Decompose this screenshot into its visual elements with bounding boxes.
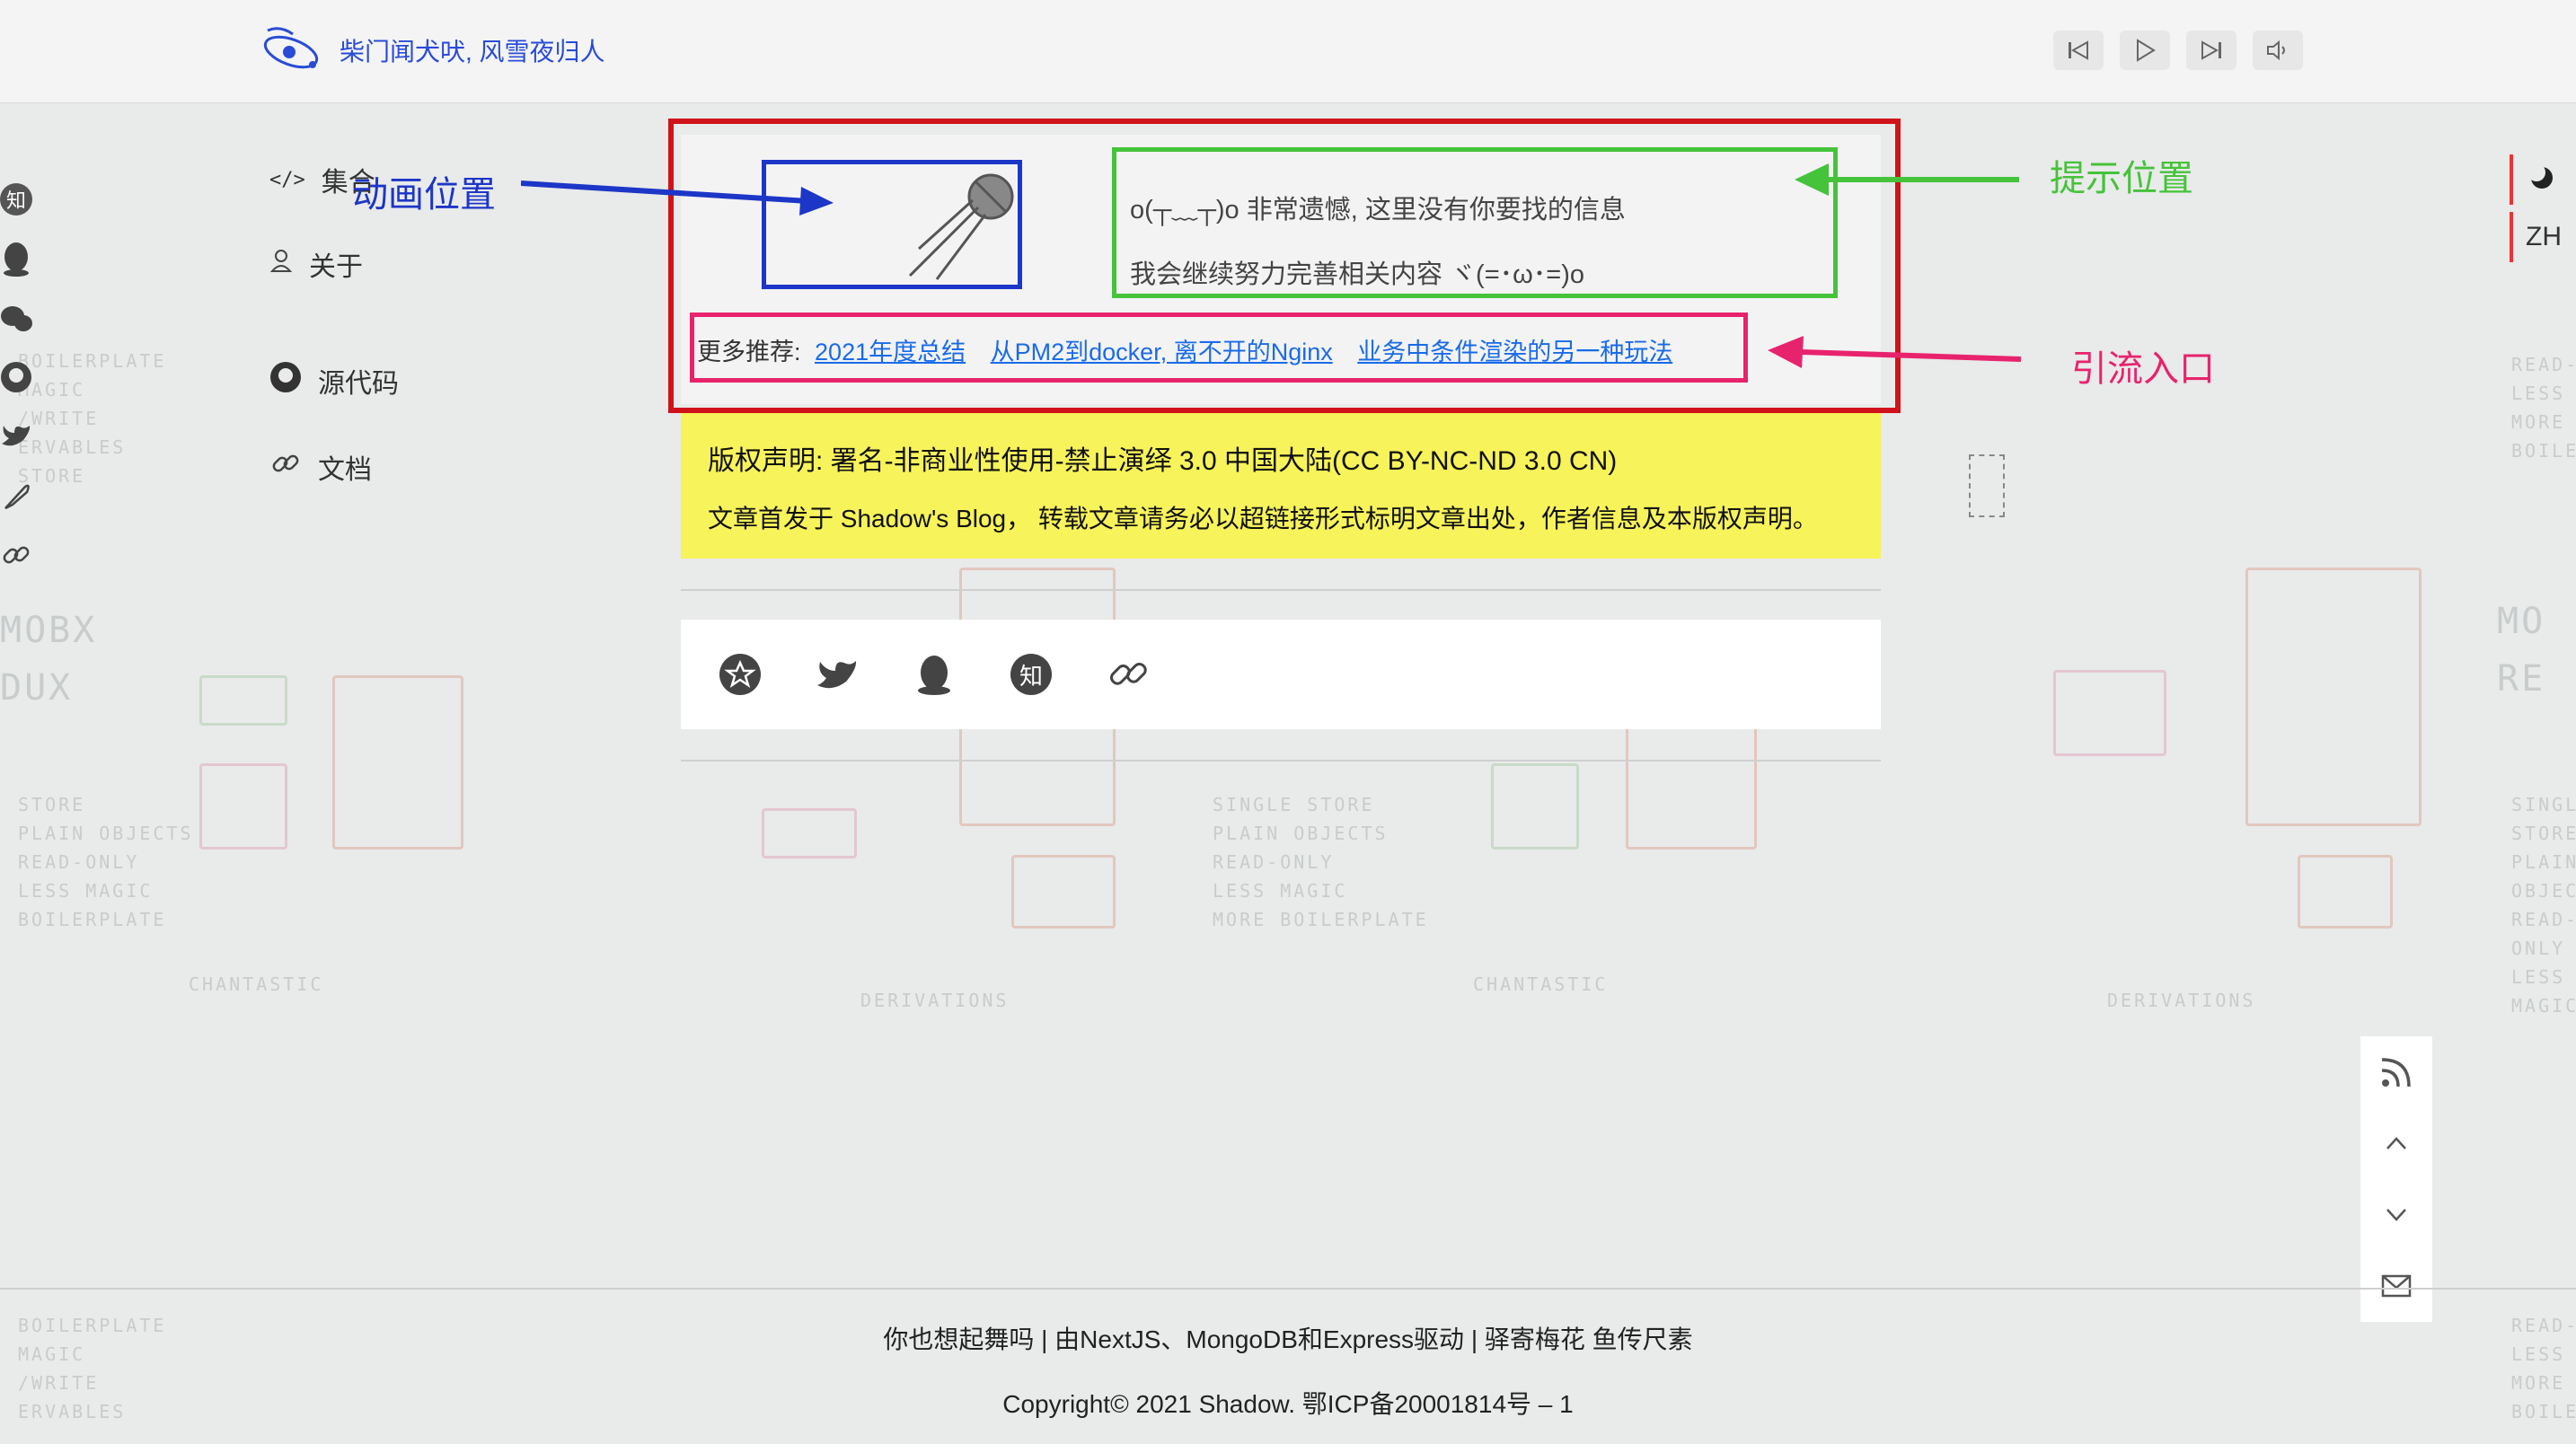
star-icon[interactable]	[717, 651, 763, 698]
link-icon	[269, 447, 302, 487]
user-icon	[269, 248, 293, 280]
bg-box	[332, 675, 463, 850]
moon-icon	[2529, 165, 2553, 189]
qq-icon[interactable]	[911, 651, 957, 698]
nav-item-about[interactable]: 关于	[269, 244, 363, 284]
link-icon[interactable]	[1105, 651, 1151, 698]
bg-box	[2053, 670, 2166, 756]
annotation-arrow	[1768, 336, 2022, 368]
bg-text: READ-ONLYLESS MAGICMORE BOILERPLATE	[2511, 354, 2576, 462]
bg-box	[199, 763, 287, 850]
dark-mode-toggle[interactable]	[2510, 154, 2553, 205]
bg-text: CHANTASTIC	[189, 973, 324, 995]
top-bar: 柴门闻犬吠, 风雪夜归人	[0, 0, 2576, 103]
divider	[681, 760, 1881, 762]
nav-item-docs[interactable]: 文档	[269, 447, 372, 487]
bg-text: BOILERPLATE MAGIC/WRITE ERVABLES STORE	[18, 350, 167, 487]
arrow-down-icon[interactable]	[2377, 1195, 2416, 1235]
notfound-submessage: 我会继续努力完善相关内容 ヾ(=･ω･=)o	[1130, 260, 1585, 289]
twitter-icon[interactable]	[0, 417, 32, 456]
annotation-animation-label: 动画位置	[352, 175, 496, 215]
bg-text: SINGLE STOREPLAIN OBJECTSREAD-ONLYLESS M…	[1213, 794, 1429, 930]
satellite-icon	[908, 173, 1014, 280]
music-player	[2053, 31, 2303, 70]
annotation-arrow	[521, 180, 834, 216]
rss-icon[interactable]	[2377, 1052, 2416, 1092]
recommendations: 更多推荐: 2021年度总结 从PM2到docker, 离不开的Nginx 业务…	[697, 332, 1672, 367]
footer-divider	[0, 1288, 2576, 1290]
zhihu-icon[interactable]: 知	[0, 180, 32, 219]
copyright-notice: 版权声明: 署名-非商业性使用-禁止演绎 3.0 中国大陆(CC BY-NC-N…	[681, 413, 1881, 559]
nav-item-source[interactable]: 源代码	[269, 361, 399, 401]
rec-link[interactable]: 业务中条件渲染的另一种玩法	[1357, 339, 1672, 365]
rec-link[interactable]: 从PM2到docker, 离不开的Nginx	[991, 339, 1333, 365]
github-icon[interactable]	[0, 357, 32, 397]
bg-box	[1011, 855, 1116, 929]
nav-label: 文档	[318, 455, 372, 485]
prev-icon[interactable]	[2053, 31, 2104, 70]
bg-text: DERIVATIONS	[2107, 990, 2256, 1011]
feather-icon[interactable]	[0, 476, 32, 515]
left-social-bar: 知	[0, 180, 32, 575]
site-title[interactable]: 柴门闻犬吠, 风雪夜归人	[340, 32, 605, 68]
annotation-hint-label: 提示位置	[2050, 159, 2193, 198]
arrow-up-icon[interactable]	[2377, 1123, 2416, 1163]
floating-actions	[2360, 1036, 2432, 1322]
bg-text: STORE PLAIN OBJECTS READ-ONLY LESS MAGIC BOI…	[18, 794, 194, 930]
bg-text: MOBX DUX	[0, 610, 98, 709]
rec-label: 更多推荐:	[697, 339, 801, 365]
nav-label: 源代码	[318, 369, 399, 399]
rec-link[interactable]: 2021年度总结	[815, 339, 966, 365]
language-toggle[interactable]: ZH	[2510, 212, 2567, 262]
mail-icon[interactable]	[2377, 1266, 2416, 1306]
copyright-license: 版权声明: 署名-非商业性使用-禁止演绎 3.0 中国大陆(CC BY-NC-N…	[708, 446, 1618, 476]
twitter-icon[interactable]	[814, 651, 860, 698]
link-icon[interactable]	[0, 535, 32, 575]
footer-tagline: 你也想起舞吗 | 由NextJS、MongoDB和Express驱动 | 驿寄梅…	[883, 1325, 1693, 1353]
annotation-traffic-label: 引流入口	[2071, 349, 2215, 389]
code-icon: </>	[269, 168, 305, 191]
bg-box	[199, 675, 287, 726]
zhihu-icon[interactable]: 知	[1008, 651, 1054, 698]
divider	[681, 589, 1881, 591]
next-icon[interactable]	[2186, 31, 2236, 70]
bg-text: CHANTASTIC	[1473, 973, 1609, 995]
placeholder-box	[1969, 454, 2005, 517]
share-bar: 知	[681, 620, 1881, 729]
logo-icon[interactable]	[262, 22, 325, 79]
bg-box	[2245, 568, 2422, 826]
wechat-icon[interactable]	[0, 298, 32, 338]
bg-box	[2298, 855, 2393, 929]
play-icon[interactable]	[2120, 31, 2170, 70]
footer-copyright[interactable]: Copyright© 2021 Shadow. 鄂ICP备20001814号 –…	[0, 1385, 2576, 1421]
github-icon	[269, 361, 302, 401]
qq-icon[interactable]	[0, 239, 32, 278]
annotation-arrow	[1795, 163, 2019, 196]
volume-icon[interactable]	[2253, 31, 2303, 70]
copyright-statement: 文章首发于 Shadow's Blog， 转载文章请务必以超链接形式标明文章出处…	[708, 505, 1818, 533]
bg-text: SINGLE STOREPLAIN OBJECTSREAD-ONLYLESS M…	[2511, 794, 2576, 1017]
bg-box	[762, 808, 857, 858]
notfound-message: o(┬﹏┬)o 非常遗憾, 这里没有你要找的信息	[1130, 196, 1626, 225]
bg-text: DERIVATIONS	[860, 990, 1010, 1011]
nav-label: 关于	[309, 252, 363, 282]
bg-text: MO RE	[2497, 601, 2546, 700]
bg-box	[1491, 763, 1579, 850]
